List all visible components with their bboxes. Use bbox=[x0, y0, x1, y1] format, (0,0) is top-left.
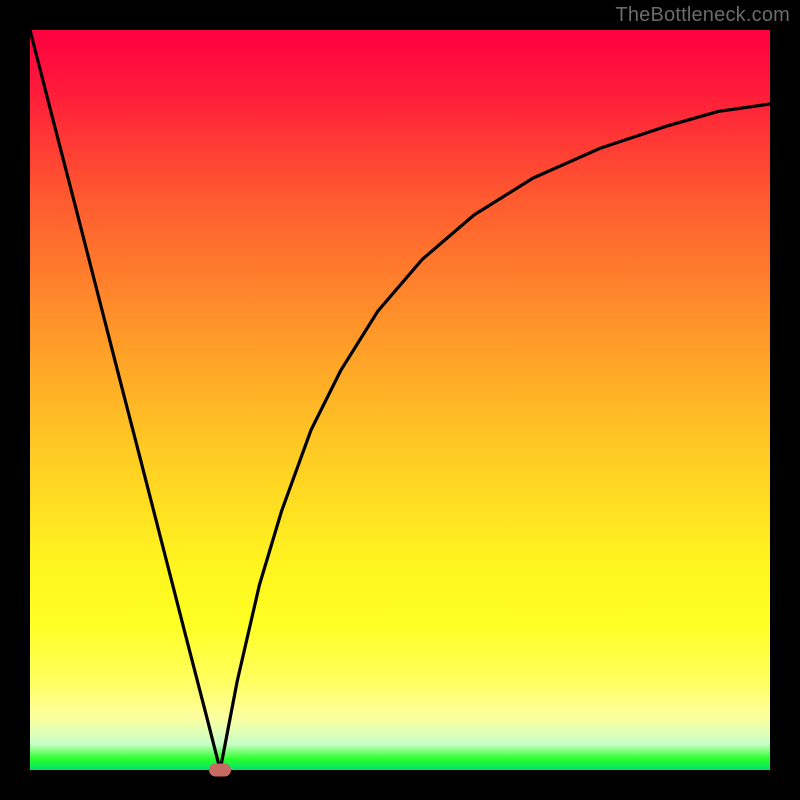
chart-frame: TheBottleneck.com bbox=[0, 0, 800, 800]
plot-area bbox=[30, 30, 770, 770]
curve-path bbox=[30, 30, 770, 770]
curve-svg bbox=[30, 30, 770, 770]
optimum-marker bbox=[209, 764, 231, 777]
watermark-text: TheBottleneck.com bbox=[615, 4, 790, 27]
